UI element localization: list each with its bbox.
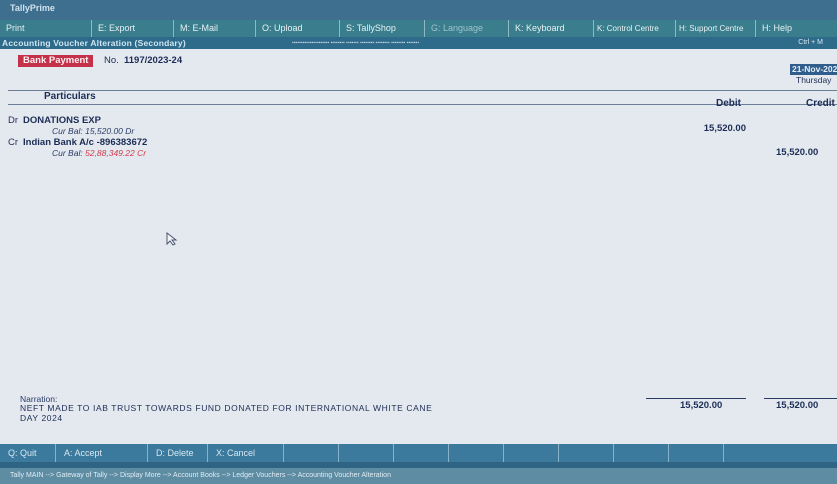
header-divider-top — [8, 90, 837, 91]
voucher-type-badge[interactable]: Bank Payment — [18, 55, 94, 67]
menu-print[interactable]: Print — [0, 20, 92, 37]
app-title: TallyPrime — [10, 3, 55, 13]
app-top-strip: TallyPrime — [0, 0, 837, 20]
tally-screen: TallyPrime Print E: Export M: E-Mail O: … — [0, 0, 837, 484]
column-header-particulars: Particulars — [44, 91, 96, 102]
empty-button-slot — [559, 444, 614, 462]
debit-total-line — [646, 398, 746, 399]
empty-button-slot — [504, 444, 559, 462]
title-info-strip: ▪▪▪▪▪▪▪▪▪▪▪▪▪▪▪▪▪▪▪▪▪ ▪▪▪▪▪▪▪▪ ▪▪▪▪▪▪▪ ▪… — [292, 40, 420, 46]
empty-button-slot — [669, 444, 724, 462]
voucher-day: Thursday — [796, 75, 832, 85]
entry-current-balance: Cur Bal: 15,520.00 Dr — [52, 126, 134, 136]
column-header-credit: Credit — [806, 98, 835, 109]
curbal-label: Cur Bal: — [52, 148, 83, 158]
header-divider-bottom — [8, 104, 837, 105]
entry-debit-amount[interactable]: 15,520.00 — [680, 123, 746, 134]
menu-tallyshop[interactable]: S: TallyShop — [340, 20, 425, 37]
mouse-pointer-icon — [166, 232, 178, 246]
entry-drcr: Cr — [8, 137, 19, 148]
menu-upload[interactable]: O: Upload — [256, 20, 340, 37]
debit-total: 15,520.00 — [680, 400, 723, 411]
menu-keyboard[interactable]: K: Keyboard — [509, 20, 594, 37]
empty-button-slot — [394, 444, 449, 462]
menu-email[interactable]: M: E-Mail — [174, 20, 256, 37]
menu-help[interactable]: H: Help — [756, 20, 817, 37]
cancel-button[interactable]: X: Cancel — [208, 444, 284, 462]
voucher-date[interactable]: 21-Nov-2023 — [790, 64, 837, 75]
empty-button-slot — [614, 444, 669, 462]
entry-ledger-name: Indian Bank A/c -896383672 — [23, 137, 148, 148]
entry-row-debit[interactable]: Dr DONATIONS EXP — [8, 115, 101, 126]
entry-drcr: Dr — [8, 115, 19, 126]
entry-current-balance: Cur Bal: 52,88,349.22 Cr — [52, 148, 146, 158]
accept-button[interactable]: A: Accept — [56, 444, 148, 462]
empty-button-slot — [284, 444, 339, 462]
status-breadcrumb: Tally MAIN --> Gateway of Tally --> Disp… — [10, 472, 391, 479]
entry-credit-amount[interactable]: 15,520.00 — [776, 147, 818, 158]
voucher-number[interactable]: 1197/2023-24 — [124, 55, 182, 67]
top-menu-bar: Print E: Export M: E-Mail O: Upload S: T… — [0, 20, 837, 37]
empty-button-slot — [449, 444, 504, 462]
quit-button[interactable]: Q: Quit — [0, 444, 56, 462]
empty-button-slot — [724, 444, 780, 462]
status-bar: Tally MAIN --> Gateway of Tally --> Disp… — [0, 468, 837, 484]
narration-text[interactable]: NEFT MADE TO IAB TRUST TOWARDS FUND DONA… — [20, 403, 440, 423]
column-header-debit: Debit — [716, 98, 741, 109]
credit-total: 15,520.00 — [776, 400, 819, 411]
empty-button-slot — [339, 444, 394, 462]
voucher-title-bar: Accounting Voucher Alteration (Secondary… — [0, 37, 837, 49]
entry-ledger-name: DONATIONS EXP — [23, 115, 101, 126]
menu-export[interactable]: E: Export — [92, 20, 174, 37]
voucher-no-label: No. — [104, 55, 119, 66]
curbal-label: Cur Bal: — [52, 126, 83, 136]
menu-control-centre[interactable]: K: Control Centre — [594, 20, 676, 37]
delete-button[interactable]: D: Delete — [148, 444, 208, 462]
bottom-button-bar: Q: Quit A: Accept D: Delete X: Cancel — [0, 444, 837, 462]
credit-total-line — [764, 398, 837, 399]
curbal-value: 15,520.00 Dr — [85, 126, 135, 136]
voucher-screen-title: Accounting Voucher Alteration (Secondary… — [2, 38, 186, 48]
entry-row-credit[interactable]: Cr Indian Bank A/c -896383672 — [8, 137, 147, 148]
title-shortcut: Ctrl + M — [798, 39, 823, 46]
menu-support-centre[interactable]: H: Support Centre — [676, 20, 756, 37]
menu-language[interactable]: G: Language — [425, 20, 509, 37]
curbal-value: 52,88,349.22 Cr — [85, 148, 147, 158]
